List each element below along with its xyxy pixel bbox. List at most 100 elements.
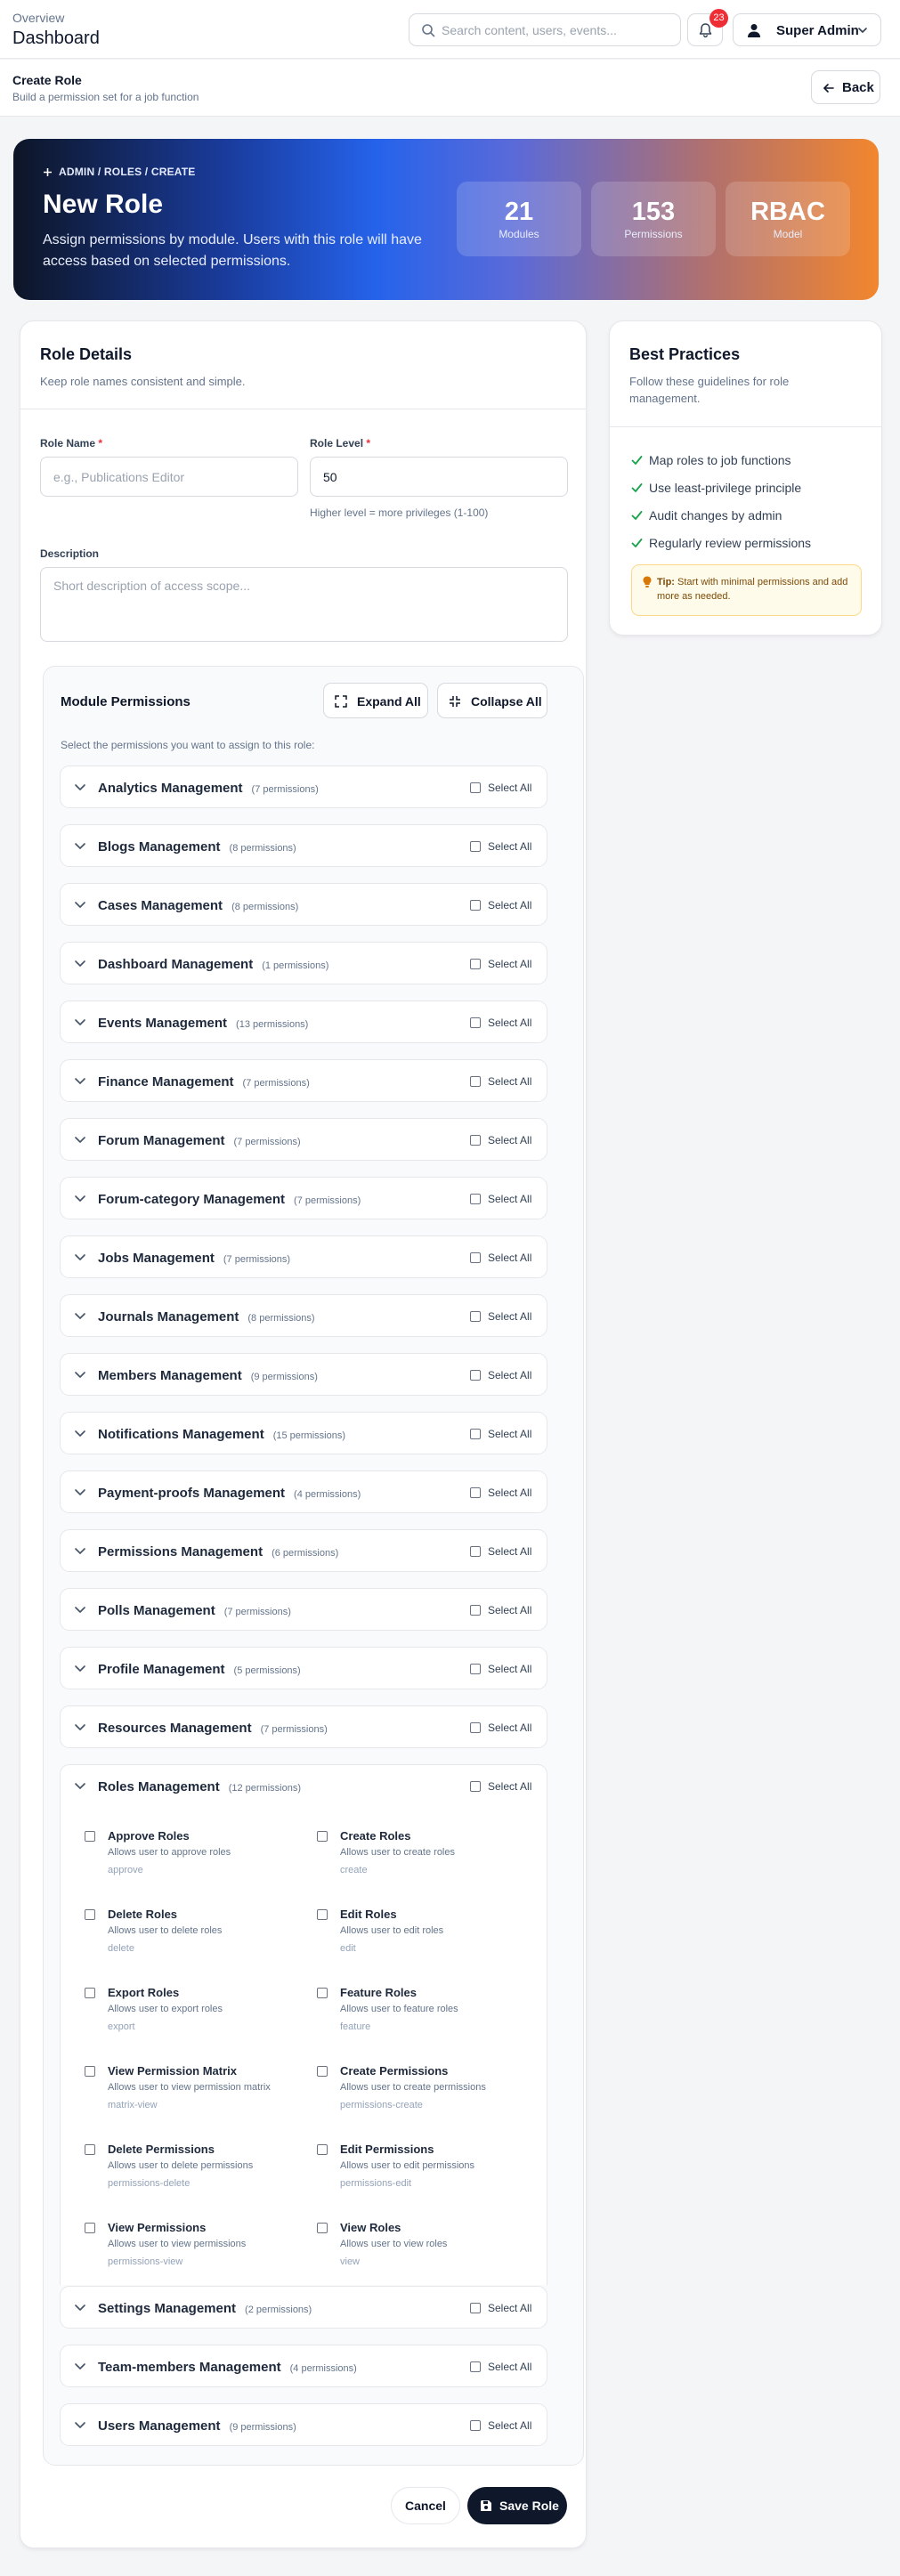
- select-all-checkbox[interactable]: Select All: [470, 1369, 531, 1381]
- module-row[interactable]: Team-members Management (4 permissions) Se…: [60, 2345, 547, 2387]
- checkbox[interactable]: [470, 959, 481, 969]
- checkbox[interactable]: [470, 1605, 481, 1616]
- chevron-down-icon[interactable]: [74, 782, 86, 793]
- select-all-checkbox[interactable]: Select All: [470, 1017, 531, 1029]
- select-all-checkbox[interactable]: Select All: [470, 1604, 531, 1616]
- select-all-checkbox[interactable]: Select All: [470, 1545, 531, 1558]
- chevron-down-icon[interactable]: [74, 1546, 86, 1557]
- checkbox[interactable]: [470, 1664, 481, 1674]
- chevron-down-icon[interactable]: [74, 1781, 86, 1792]
- select-all-checkbox[interactable]: Select All: [470, 1721, 531, 1734]
- checkbox[interactable]: [470, 1017, 481, 1028]
- chevron-down-icon[interactable]: [74, 2361, 86, 2372]
- checkbox[interactable]: [470, 1487, 481, 1498]
- checkbox[interactable]: [470, 1311, 481, 1322]
- checkbox[interactable]: [470, 1722, 481, 1733]
- chevron-down-icon[interactable]: [74, 1664, 86, 1674]
- collapse-all-button[interactable]: Collapse All: [437, 683, 547, 718]
- checkbox[interactable]: [470, 1252, 481, 1263]
- checkbox[interactable]: [470, 1076, 481, 1087]
- module-row[interactable]: Jobs Management (7 permissions) Select All: [60, 1235, 547, 1278]
- module-row[interactable]: Payment-proofs Management (4 permissions)…: [60, 1470, 547, 1513]
- chevron-down-icon[interactable]: [74, 1135, 86, 1146]
- module-row[interactable]: Profile Management (5 permissions) Select …: [60, 1647, 547, 1689]
- chevron-down-icon[interactable]: [74, 1722, 86, 1733]
- chevron-down-icon[interactable]: [74, 1017, 86, 1028]
- module-row[interactable]: Users Management (9 permissions) Select Al…: [60, 2403, 547, 2446]
- select-all-checkbox[interactable]: Select All: [470, 1663, 531, 1675]
- module-row[interactable]: Members Management (9 permissions) Select …: [60, 1353, 547, 1396]
- search-box[interactable]: [409, 13, 681, 46]
- checkbox[interactable]: [470, 2420, 481, 2431]
- permission-checkbox[interactable]: [85, 1909, 95, 1920]
- chevron-down-icon[interactable]: [74, 1076, 86, 1087]
- module-row[interactable]: Polls Management (7 permissions) Select Al…: [60, 1588, 547, 1631]
- permission-checkbox[interactable]: [85, 1831, 95, 1842]
- module-row[interactable]: Resources Management (7 permissions) Selec…: [60, 1705, 547, 1748]
- permission-checkbox[interactable]: [317, 1988, 328, 1998]
- chevron-down-icon[interactable]: [74, 959, 86, 969]
- select-all-checkbox[interactable]: Select All: [470, 899, 531, 911]
- checkbox[interactable]: [470, 841, 481, 852]
- module-row[interactable]: Roles Management (12 permissions) Select A…: [60, 1764, 547, 1807]
- module-row[interactable]: Forum Management (7 permissions) Select Al…: [60, 1118, 547, 1161]
- select-all-checkbox[interactable]: Select All: [470, 1134, 531, 1146]
- select-all-checkbox[interactable]: Select All: [470, 1310, 531, 1323]
- chevron-down-icon[interactable]: [74, 1487, 86, 1498]
- select-all-checkbox[interactable]: Select All: [470, 840, 531, 853]
- role-level-input[interactable]: [310, 457, 568, 497]
- cancel-button[interactable]: Cancel: [391, 2487, 460, 2524]
- checkbox[interactable]: [470, 2361, 481, 2372]
- search-input[interactable]: [442, 20, 673, 40]
- module-row[interactable]: Notifications Management (15 permissions)…: [60, 1412, 547, 1454]
- user-menu-button[interactable]: Super Admin: [733, 13, 881, 46]
- module-row[interactable]: Settings Management (2 permissions) Select…: [60, 2286, 547, 2329]
- permission-checkbox[interactable]: [85, 2223, 95, 2233]
- select-all-checkbox[interactable]: Select All: [470, 958, 531, 970]
- chevron-down-icon[interactable]: [74, 841, 86, 852]
- select-all-checkbox[interactable]: Select All: [470, 1193, 531, 1205]
- chevron-down-icon[interactable]: [74, 2420, 86, 2431]
- select-all-checkbox[interactable]: Select All: [470, 2361, 531, 2373]
- checkbox[interactable]: [470, 2303, 481, 2313]
- chevron-down-icon[interactable]: [74, 1194, 86, 1204]
- permission-checkbox[interactable]: [317, 2144, 328, 2155]
- select-all-checkbox[interactable]: Select All: [470, 1780, 531, 1793]
- select-all-checkbox[interactable]: Select All: [470, 782, 531, 794]
- permission-checkbox[interactable]: [317, 2066, 328, 2077]
- checkbox[interactable]: [470, 1370, 481, 1381]
- select-all-checkbox[interactable]: Select All: [470, 2419, 531, 2432]
- module-row[interactable]: Journals Management (8 permissions) Select…: [60, 1294, 547, 1337]
- module-row[interactable]: Analytics Management (7 permissions) Selec…: [60, 766, 547, 808]
- save-role-button[interactable]: Save Role: [467, 2487, 567, 2524]
- module-row[interactable]: Events Management (13 permissions) Select …: [60, 1000, 547, 1043]
- chevron-down-icon[interactable]: [74, 900, 86, 911]
- checkbox[interactable]: [470, 1429, 481, 1439]
- permission-checkbox[interactable]: [85, 1988, 95, 1998]
- checkbox[interactable]: [470, 782, 481, 793]
- checkbox[interactable]: [470, 900, 481, 911]
- checkbox[interactable]: [470, 1781, 481, 1792]
- chevron-down-icon[interactable]: [74, 1370, 86, 1381]
- back-button[interactable]: Back: [811, 70, 880, 104]
- role-name-input[interactable]: [40, 457, 298, 497]
- permission-checkbox[interactable]: [85, 2066, 95, 2077]
- module-row[interactable]: Permissions Management (6 permissions) Sel…: [60, 1529, 547, 1572]
- module-row[interactable]: Forum-category Management (7 permissions)…: [60, 1177, 547, 1219]
- expand-all-button[interactable]: Expand All: [323, 683, 428, 718]
- module-row[interactable]: Blogs Management (8 permissions) Select Al…: [60, 824, 547, 867]
- chevron-down-icon[interactable]: [74, 1429, 86, 1439]
- chevron-down-icon[interactable]: [74, 1605, 86, 1616]
- checkbox[interactable]: [470, 1194, 481, 1204]
- description-textarea[interactable]: [40, 567, 568, 642]
- chevron-down-icon[interactable]: [74, 1311, 86, 1322]
- permission-checkbox[interactable]: [317, 2223, 328, 2233]
- select-all-checkbox[interactable]: Select All: [470, 1486, 531, 1499]
- chevron-down-icon[interactable]: [74, 2303, 86, 2313]
- module-row[interactable]: Dashboard Management (1 permissions) Selec…: [60, 942, 547, 984]
- select-all-checkbox[interactable]: Select All: [470, 1075, 531, 1088]
- select-all-checkbox[interactable]: Select All: [470, 1252, 531, 1264]
- permission-checkbox[interactable]: [317, 1831, 328, 1842]
- checkbox[interactable]: [470, 1546, 481, 1557]
- chevron-down-icon[interactable]: [74, 1252, 86, 1263]
